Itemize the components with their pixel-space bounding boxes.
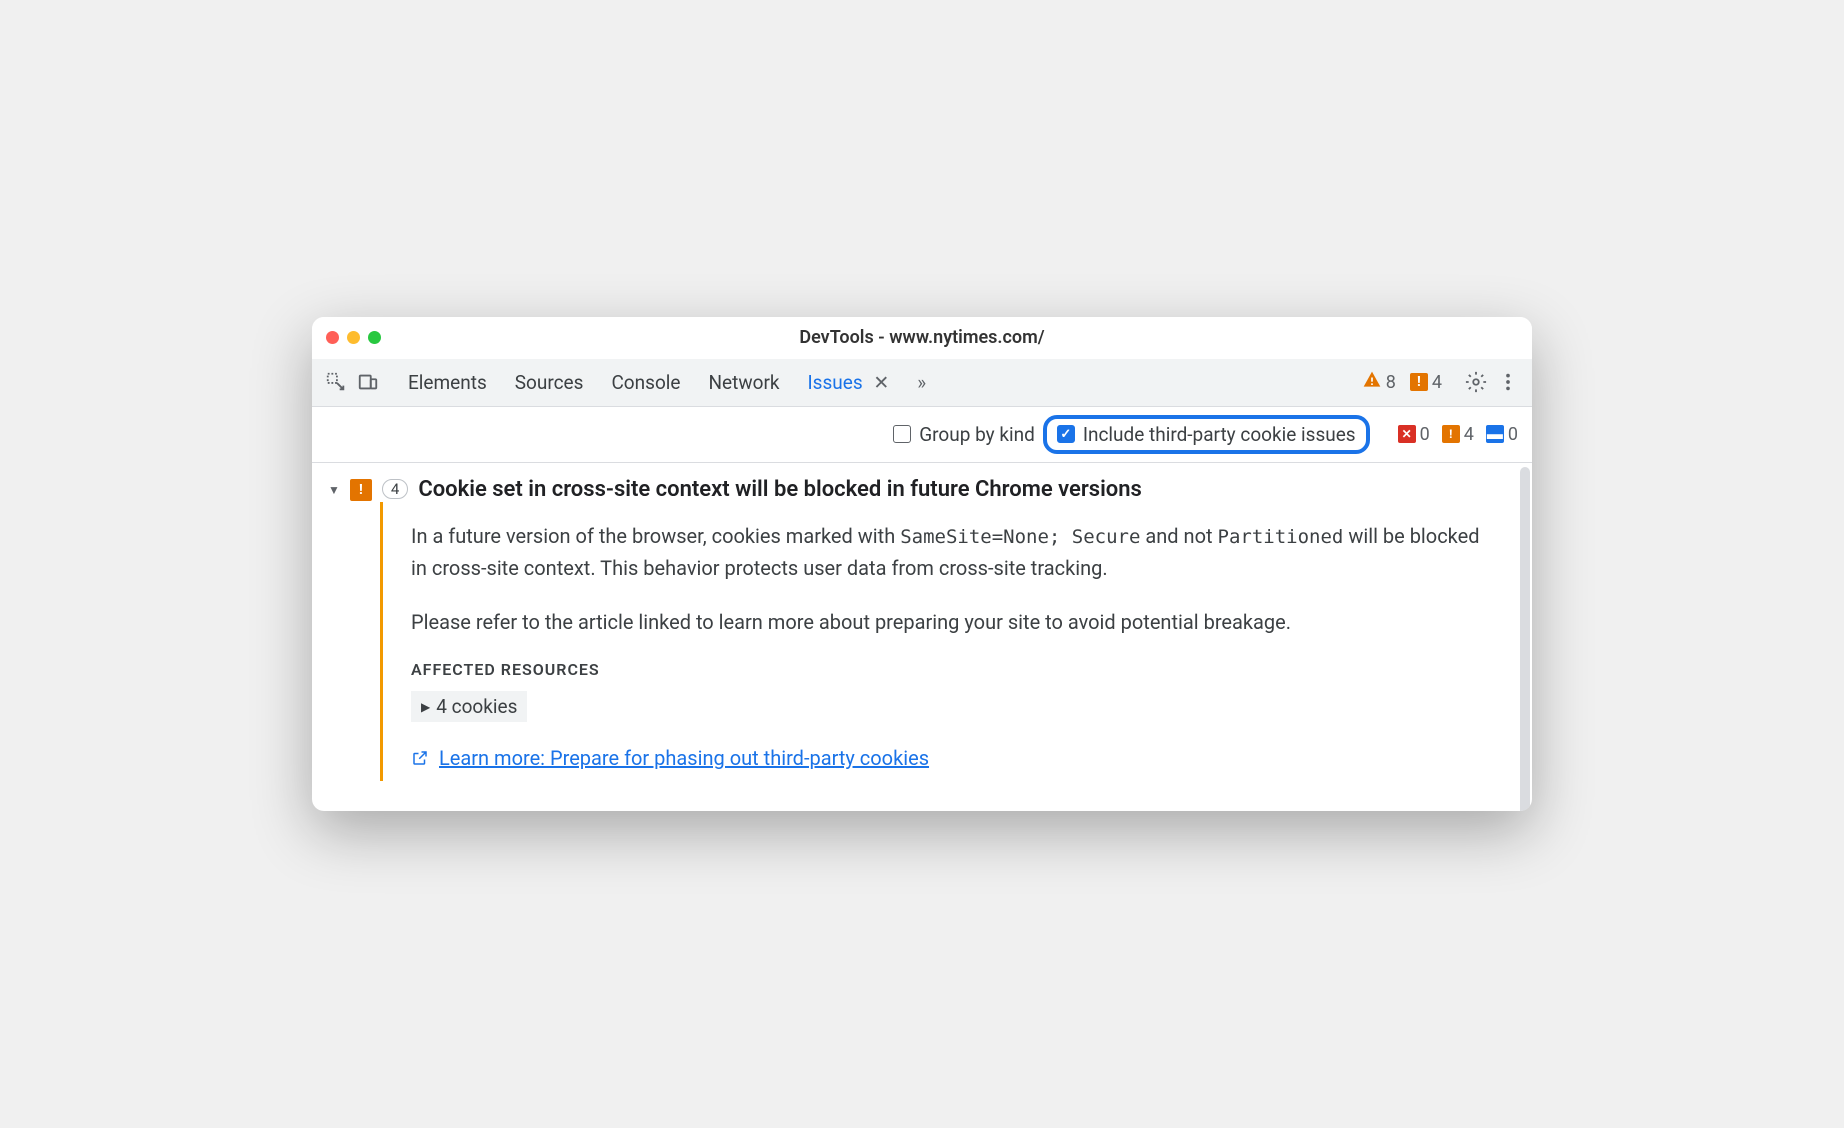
tab-console[interactable]: Console [611, 367, 680, 398]
more-options-icon[interactable] [1496, 370, 1520, 394]
more-tabs-button[interactable]: » [917, 367, 926, 398]
issue-body: In a future version of the browser, cook… [380, 502, 1516, 781]
collapse-arrow-icon[interactable]: ▼ [328, 483, 340, 497]
checkbox-checked-icon[interactable] [1057, 425, 1075, 443]
traffic-lights [326, 331, 381, 344]
issue-description-1: In a future version of the browser, cook… [411, 520, 1496, 584]
toolbar-badges: 8 ! 4 [1362, 370, 1442, 395]
issues-content: ▼ ! 4 Cookie set in cross-site context w… [312, 463, 1532, 811]
include-third-party-highlight: Include third-party cookie issues [1043, 415, 1370, 454]
tab-elements[interactable]: Elements [408, 367, 487, 398]
learn-more-link[interactable]: Learn more: Prepare for phasing out thir… [411, 746, 929, 770]
issue-header-row[interactable]: ▼ ! 4 Cookie set in cross-site context w… [328, 477, 1516, 502]
scrollbar[interactable] [1520, 467, 1530, 811]
devtools-window: DevTools - www.nytimes.com/ Elements Sou… [312, 317, 1532, 811]
checkbox-unchecked-icon[interactable] [893, 425, 911, 443]
warning-issues-badge[interactable]: ! 4 [1442, 424, 1474, 445]
issue-count-badges: ✕ 0 ! 4 ▬ 0 [1398, 424, 1518, 445]
issues-filter-bar: Group by kind Include third-party cookie… [312, 407, 1532, 463]
main-toolbar: Elements Sources Console Network Issues … [312, 359, 1532, 407]
affected-cookies-toggle[interactable]: ▶ 4 cookies [411, 691, 527, 722]
cookies-count-label: 4 cookies [436, 695, 517, 718]
breaking-icon: ! [1410, 373, 1428, 391]
warning-icon: ! [1442, 425, 1460, 443]
breaking-changes-badge[interactable]: ! 4 [1410, 372, 1442, 393]
issue-severity-icon: ! [350, 479, 372, 501]
warnings-badge[interactable]: 8 [1362, 370, 1396, 395]
titlebar: DevTools - www.nytimes.com/ [312, 317, 1532, 359]
panel-tabs: Elements Sources Console Network Issues … [408, 367, 926, 398]
error-issues-badge[interactable]: ✕ 0 [1398, 424, 1430, 445]
close-tab-icon[interactable]: ✕ [873, 371, 889, 394]
error-icon: ✕ [1398, 425, 1416, 443]
settings-icon[interactable] [1464, 370, 1488, 394]
issue-count-pill: 4 [382, 479, 408, 499]
info-icon: ▬ [1486, 425, 1504, 443]
info-issues-badge[interactable]: ▬ 0 [1486, 424, 1518, 445]
issue-description-2: Please refer to the article linked to le… [411, 606, 1496, 638]
minimize-window-button[interactable] [347, 331, 360, 344]
warning-count: 8 [1386, 372, 1396, 393]
code-samesite: SameSite=None; Secure [900, 526, 1140, 548]
desc-text: In a future version of the browser, cook… [411, 524, 900, 548]
tab-issues[interactable]: Issues ✕ [808, 367, 890, 398]
maximize-window-button[interactable] [368, 331, 381, 344]
inspect-element-icon[interactable] [324, 370, 348, 394]
breaking-count: 4 [1432, 372, 1442, 393]
info-issues-count: 0 [1508, 424, 1518, 445]
desc-text: and not [1140, 524, 1217, 548]
code-partitioned: Partitioned [1218, 526, 1344, 548]
close-window-button[interactable] [326, 331, 339, 344]
error-issues-count: 0 [1420, 424, 1430, 445]
group-by-kind-label: Group by kind [919, 423, 1035, 446]
device-toggle-icon[interactable] [356, 370, 380, 394]
issue-title: Cookie set in cross-site context will be… [418, 477, 1142, 502]
include-third-party-label: Include third-party cookie issues [1083, 423, 1356, 446]
group-by-kind-checkbox[interactable]: Group by kind [893, 423, 1035, 446]
expand-arrow-icon: ▶ [421, 700, 430, 714]
warning-issues-count: 4 [1464, 424, 1474, 445]
tab-sources[interactable]: Sources [515, 367, 584, 398]
external-link-icon [411, 749, 429, 767]
tab-network[interactable]: Network [708, 367, 779, 398]
tab-issues-label: Issues [808, 371, 863, 394]
window-title: DevTools - www.nytimes.com/ [326, 327, 1518, 348]
warning-triangle-icon [1362, 370, 1382, 395]
learn-more-text: Learn more: Prepare for phasing out thir… [439, 746, 929, 770]
include-third-party-checkbox[interactable]: Include third-party cookie issues [1057, 423, 1356, 446]
affected-resources-header: AFFECTED RESOURCES [411, 660, 1496, 679]
